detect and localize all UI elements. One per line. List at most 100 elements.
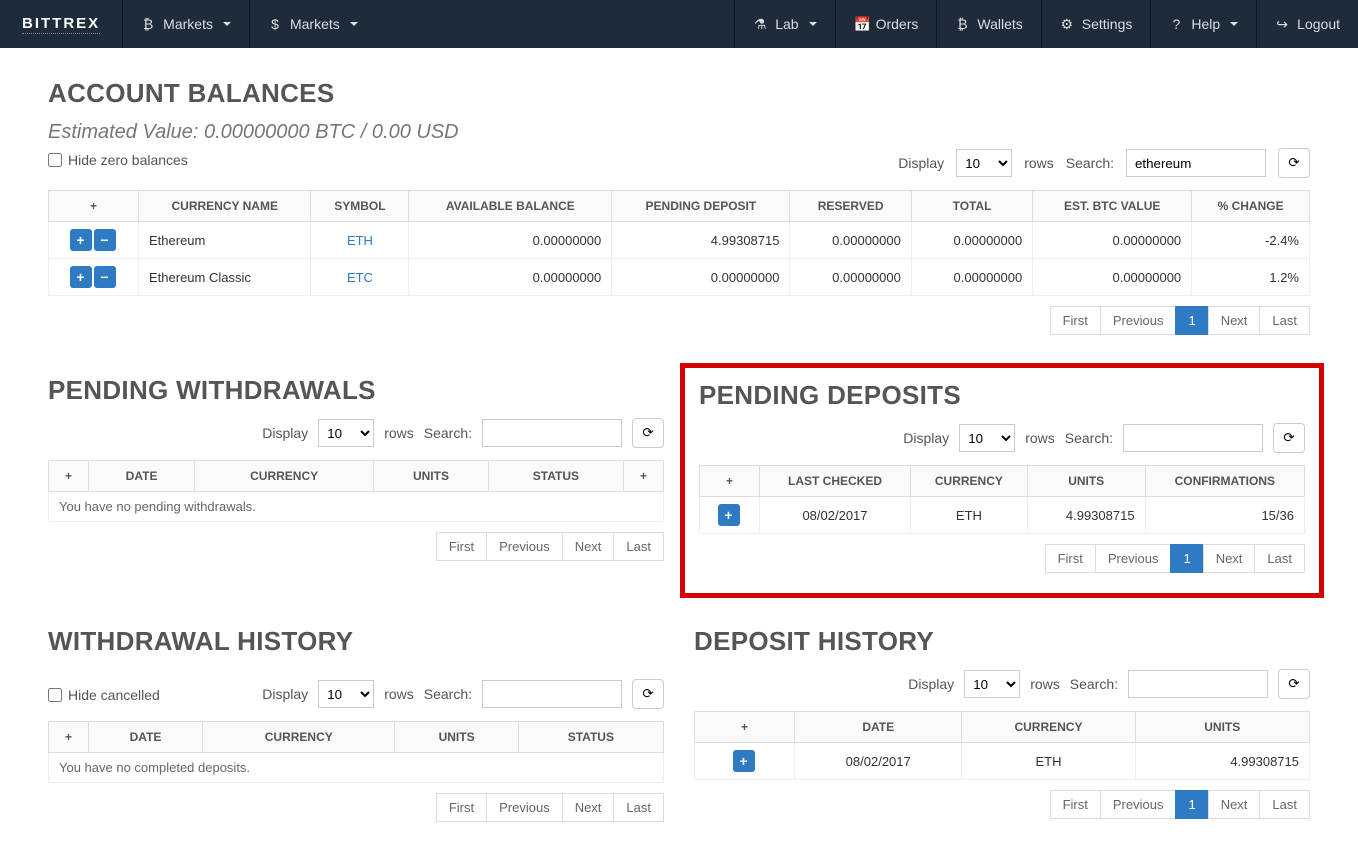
page-next[interactable]: Next bbox=[1208, 790, 1261, 819]
pw-rows-select[interactable]: 10 bbox=[318, 419, 374, 447]
bitcoin-icon: ₿ bbox=[955, 16, 969, 32]
page-prev[interactable]: Previous bbox=[486, 532, 563, 561]
balances-search-input[interactable] bbox=[1126, 149, 1266, 177]
expand-icon[interactable]: + bbox=[726, 474, 733, 488]
dh-refresh-button[interactable]: ⟳ bbox=[1278, 669, 1310, 699]
bitcoin-icon: ₿ bbox=[141, 16, 155, 32]
page-last[interactable]: Last bbox=[613, 532, 664, 561]
withdrawal-history-panel: WITHDRAWAL HISTORY Hide cancelled Displa… bbox=[48, 626, 664, 822]
nav-wallets[interactable]: ₿Wallets bbox=[936, 0, 1040, 48]
deposit-button[interactable]: + bbox=[70, 266, 92, 288]
help-icon: ? bbox=[1169, 16, 1183, 32]
col-total: TOTAL bbox=[911, 191, 1032, 222]
page-1[interactable]: 1 bbox=[1175, 790, 1208, 819]
brand-logo[interactable]: BITTREX bbox=[0, 0, 122, 48]
page-prev[interactable]: Previous bbox=[486, 793, 563, 822]
wh-pagination: First Previous Next Last bbox=[48, 793, 664, 822]
withdraw-button[interactable]: − bbox=[94, 229, 116, 251]
symbol-link[interactable]: ETC bbox=[311, 259, 409, 296]
pending-deposits-table: + LAST CHECKED CURRENCY UNITS CONFIRMATI… bbox=[699, 465, 1305, 534]
hide-cancelled-label: Hide cancelled bbox=[68, 687, 160, 703]
nav-settings[interactable]: ⚙Settings bbox=[1041, 0, 1151, 48]
page-last[interactable]: Last bbox=[1259, 306, 1310, 335]
wh-refresh-button[interactable]: ⟳ bbox=[632, 679, 664, 709]
nav-orders[interactable]: 📅Orders bbox=[835, 0, 937, 48]
balances-rows-select[interactable]: 10 bbox=[956, 149, 1012, 177]
pw-search-input[interactable] bbox=[482, 419, 622, 447]
account-balances-title: ACCOUNT BALANCES bbox=[48, 78, 1310, 109]
withdraw-button[interactable]: − bbox=[94, 266, 116, 288]
withdrawal-history-table: + DATE CURRENCY UNITS STATUS You have no… bbox=[48, 721, 664, 783]
page-next[interactable]: Next bbox=[562, 532, 615, 561]
balances-refresh-button[interactable]: ⟳ bbox=[1278, 148, 1310, 178]
nav-logout[interactable]: ↪Logout bbox=[1256, 0, 1358, 48]
hide-zero-checkbox[interactable] bbox=[48, 153, 62, 167]
hide-cancelled-checkbox[interactable] bbox=[48, 688, 62, 702]
expand-row-button[interactable]: + bbox=[733, 750, 755, 772]
expand-row-button[interactable]: + bbox=[718, 504, 740, 526]
wh-rows-select[interactable]: 10 bbox=[318, 680, 374, 708]
refresh-icon: ⟳ bbox=[1283, 430, 1294, 446]
page-first[interactable]: First bbox=[436, 532, 487, 561]
dh-rows-select[interactable]: 10 bbox=[964, 670, 1020, 698]
page-first[interactable]: First bbox=[1050, 306, 1101, 335]
refresh-icon: ⟳ bbox=[1288, 155, 1299, 171]
balances-controls: Display 10 rows Search: ⟳ bbox=[48, 148, 1310, 178]
flask-icon: ⚗ bbox=[753, 16, 767, 33]
page-first[interactable]: First bbox=[436, 793, 487, 822]
page-1[interactable]: 1 bbox=[1175, 306, 1208, 335]
page-last[interactable]: Last bbox=[613, 793, 664, 822]
expand-icon[interactable]: + bbox=[65, 469, 72, 483]
page-next[interactable]: Next bbox=[1208, 306, 1261, 335]
pd-rows-select[interactable]: 10 bbox=[959, 424, 1015, 452]
chevron-down-icon bbox=[223, 22, 231, 26]
pd-refresh-button[interactable]: ⟳ bbox=[1273, 423, 1305, 453]
balances-table: + CURRENCY NAME SYMBOL AVAILABLE BALANCE… bbox=[48, 190, 1310, 296]
col-reserved: RESERVED bbox=[790, 191, 911, 222]
page-first[interactable]: First bbox=[1045, 544, 1096, 573]
col-available: AVAILABLE BALANCE bbox=[409, 191, 612, 222]
nav-btc-markets-label: Markets bbox=[163, 16, 213, 32]
pending-withdrawals-panel: PENDING WITHDRAWALS Display 10 rows Sear… bbox=[48, 375, 664, 586]
page-prev[interactable]: Previous bbox=[1095, 544, 1172, 573]
symbol-link[interactable]: ETH bbox=[311, 222, 409, 259]
page-first[interactable]: First bbox=[1050, 790, 1101, 819]
refresh-icon: ⟳ bbox=[642, 686, 653, 702]
dh-search-input[interactable] bbox=[1128, 670, 1268, 698]
expand-icon[interactable]: + bbox=[640, 469, 647, 483]
currency-name: Ethereum bbox=[139, 222, 311, 259]
expand-icon[interactable]: + bbox=[65, 730, 72, 744]
search-label: Search: bbox=[1066, 155, 1114, 171]
hide-zero-label: Hide zero balances bbox=[68, 152, 188, 168]
expand-all-icon[interactable]: + bbox=[90, 199, 97, 213]
nav-help[interactable]: ?Help bbox=[1150, 0, 1256, 48]
pw-refresh-button[interactable]: ⟳ bbox=[632, 418, 664, 448]
pw-pagination: First Previous Next Last bbox=[48, 532, 664, 561]
page-prev[interactable]: Previous bbox=[1100, 306, 1177, 335]
wh-empty-message: You have no completed deposits. bbox=[49, 753, 664, 783]
table-row: + 08/02/2017 ETH 4.99308715 15/36 bbox=[700, 497, 1305, 534]
page-1[interactable]: 1 bbox=[1170, 544, 1203, 573]
dollar-icon: $ bbox=[268, 16, 282, 32]
estimated-value: Estimated Value: 0.00000000 BTC / 0.00 U… bbox=[48, 121, 1310, 144]
pending-withdrawals-title: PENDING WITHDRAWALS bbox=[48, 375, 664, 406]
page-last[interactable]: Last bbox=[1254, 544, 1305, 573]
table-row: + 08/02/2017 ETH 4.99308715 bbox=[695, 743, 1310, 780]
chevron-down-icon bbox=[809, 22, 817, 26]
expand-icon[interactable]: + bbox=[741, 720, 748, 734]
page-last[interactable]: Last bbox=[1259, 790, 1310, 819]
gear-icon: ⚙ bbox=[1060, 16, 1074, 33]
pd-search-input[interactable] bbox=[1123, 424, 1263, 452]
nav-lab[interactable]: ⚗Lab bbox=[734, 0, 834, 48]
wh-search-input[interactable] bbox=[482, 680, 622, 708]
dh-pagination: First Previous 1 Next Last bbox=[694, 790, 1310, 819]
calendar-icon: 📅 bbox=[854, 16, 868, 33]
top-navbar: BITTREX ₿ Markets $ Markets ⚗Lab 📅Orders… bbox=[0, 0, 1358, 48]
deposit-button[interactable]: + bbox=[70, 229, 92, 251]
page-next[interactable]: Next bbox=[1203, 544, 1256, 573]
col-change: % CHANGE bbox=[1192, 191, 1310, 222]
page-next[interactable]: Next bbox=[562, 793, 615, 822]
page-prev[interactable]: Previous bbox=[1100, 790, 1177, 819]
nav-btc-markets[interactable]: ₿ Markets bbox=[122, 0, 249, 48]
nav-usd-markets[interactable]: $ Markets bbox=[249, 0, 376, 48]
